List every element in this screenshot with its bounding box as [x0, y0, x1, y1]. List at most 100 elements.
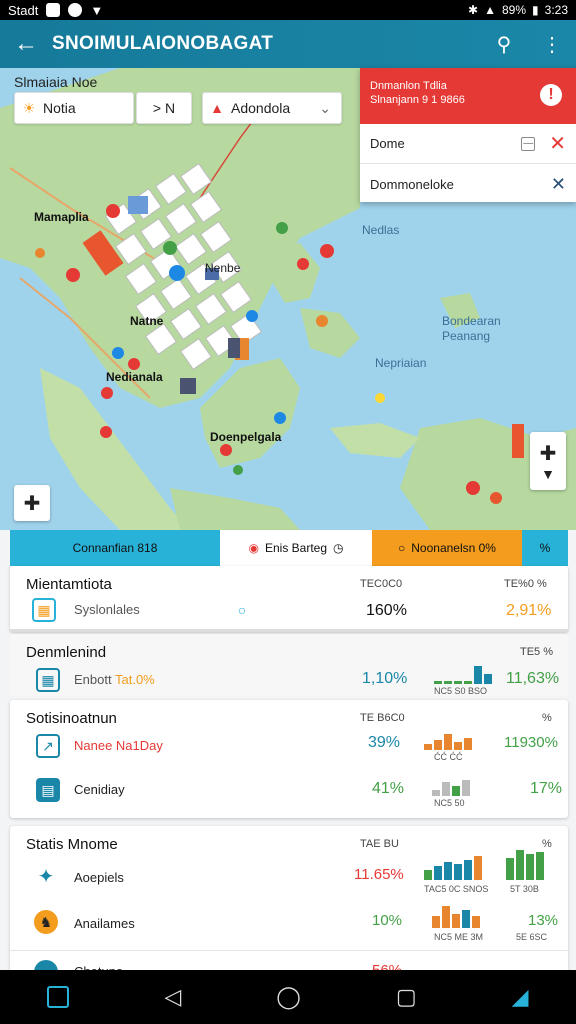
- stat-value: 2,91%: [506, 602, 552, 619]
- tab-connection[interactable]: Connanfian 818: [10, 530, 220, 566]
- row-divider: [10, 950, 568, 951]
- location-chip[interactable]: ☀ Notia: [14, 92, 134, 124]
- panel-meta: TE B6C0: [360, 712, 405, 724]
- clock: 3:23: [544, 3, 568, 17]
- direction-chip-label: > N: [152, 100, 176, 116]
- destination-label: Adondola: [231, 100, 291, 116]
- warning-icon: ▲: [210, 100, 224, 116]
- panel-title: Mientamtiota: [26, 576, 112, 593]
- app-bar: ← SNOIMULAIONOBAGAT ⚲ ⋮: [0, 20, 576, 68]
- panel-title: Denmlenind: [26, 644, 107, 661]
- location-icon: ○: [398, 541, 406, 555]
- bar: [464, 860, 472, 880]
- back-nav-icon[interactable]: ◁: [164, 984, 181, 1010]
- map-sea-label: Nedlas: [362, 223, 400, 237]
- tab-percent[interactable]: %: [522, 530, 568, 566]
- bar: [434, 681, 442, 684]
- bar: [474, 666, 482, 684]
- stat-value: 1,10%: [362, 670, 408, 687]
- tab-label: %: [539, 541, 551, 555]
- zoom-control-button[interactable]: ✚ ▼: [530, 432, 566, 490]
- app-shortcut-icon[interactable]: [47, 986, 70, 1008]
- trend-icon: ↗: [36, 734, 60, 758]
- tab-barteg[interactable]: ◉ Enis Barteg ◷: [220, 530, 372, 566]
- calendar-icon: ▦: [36, 668, 60, 692]
- signal-shortcut-icon[interactable]: ◢: [512, 984, 529, 1010]
- minimize-icon[interactable]: —: [521, 136, 536, 151]
- bar: [454, 742, 462, 750]
- stats-panel: Statis Mnome TAE BU % ✦ Aoepiels 11.65% …: [10, 826, 568, 984]
- crosshair-icon: ✚: [23, 492, 41, 515]
- bar: [432, 916, 440, 928]
- more-vert-icon[interactable]: ⋮: [528, 32, 576, 57]
- map-place-label: Mamaplia: [34, 210, 89, 224]
- direction-chip[interactable]: > N: [136, 92, 192, 124]
- row-label: Nanee Na1Day: [74, 738, 163, 753]
- mini-bar-chart: [434, 666, 492, 684]
- alert-row-label: Dome: [370, 136, 405, 151]
- tab-label: Enis Barteg: [264, 541, 328, 555]
- sun-icon: ☀: [22, 99, 36, 116]
- panel-meta: TAE BU: [360, 838, 399, 850]
- close-icon[interactable]: ✕: [551, 174, 566, 195]
- close-icon[interactable]: ✕: [549, 131, 566, 156]
- map-place-label: Nedianala: [106, 370, 163, 384]
- bar: [454, 681, 462, 684]
- recents-nav-icon[interactable]: ▢: [396, 984, 417, 1010]
- panel-title: Statis Mnome: [26, 836, 118, 853]
- row-label-text: Enbott: [74, 672, 112, 687]
- stat-value: 10%: [372, 912, 403, 929]
- chart-caption: ĆĆ ĆĆ: [434, 752, 463, 762]
- chart-caption: TAC5 0C SNOS: [424, 884, 489, 894]
- wifi-icon: ▲: [484, 3, 496, 17]
- chart-icon: ▦: [32, 598, 56, 622]
- star-icon: ✦: [37, 865, 55, 888]
- stats-panel: Denmlenind TE5 % ▦ Enbott Tat.0% 1,10% N…: [10, 634, 568, 696]
- row-label: Aoepiels: [74, 870, 124, 885]
- back-arrow-icon[interactable]: ←: [0, 30, 52, 58]
- alert-row[interactable]: Dome — ✕: [360, 124, 576, 164]
- move-icon: ✚: [539, 442, 557, 465]
- map-sea-label: Nepriaian: [375, 356, 427, 370]
- bar: [442, 782, 450, 796]
- battery-level: 89%: [502, 3, 527, 17]
- bar: [462, 780, 470, 796]
- bar: [526, 854, 534, 880]
- panel-title: Sotisinoatnun: [26, 710, 117, 727]
- bar: [464, 738, 472, 750]
- pin-icon: ◉: [248, 541, 259, 555]
- map-place-label: Doenpelgala: [210, 430, 282, 444]
- trophy-icon: ♞: [34, 910, 58, 934]
- tab-noonanelsn[interactable]: ○ Noonanelsn 0%: [372, 530, 522, 566]
- chart-caption: NC5 S0 BSO: [434, 686, 488, 696]
- alert-header: Dnmanlon Tdlia Slnanjann 9 1 9866 !: [360, 68, 576, 124]
- stat-value: 160%: [366, 602, 407, 619]
- alert-icon: !: [540, 84, 562, 106]
- alert-row-label: Dommoneloke: [370, 176, 454, 192]
- chart-caption: 5T 30B: [510, 884, 539, 894]
- home-nav-icon[interactable]: ◯: [276, 984, 301, 1010]
- mini-bar-chart: [432, 778, 470, 796]
- bar: [462, 910, 470, 928]
- bar: [506, 858, 514, 880]
- system-nav-bar: ◁ ◯ ▢ ◢: [0, 970, 576, 1024]
- bar: [484, 674, 492, 684]
- row-label: Anailames: [74, 916, 135, 931]
- mini-bar-chart: [432, 906, 480, 928]
- locate-button[interactable]: ✚: [14, 485, 50, 521]
- panel-meta: TE5 %: [520, 646, 554, 658]
- app-screen: Stadt ▼ ✱ ▲ 89% ▮ 3:23 ← SNOIMULAIONOBAG…: [0, 0, 576, 1024]
- chevron-down-icon: ▼: [541, 465, 555, 482]
- timer-icon: ◷: [333, 541, 344, 555]
- mini-bar-chart: [424, 856, 482, 880]
- status-app-label: Stadt: [8, 2, 39, 18]
- chevron-down-icon: ⌄: [319, 99, 331, 116]
- bar: [536, 852, 544, 880]
- battery-icon: ▮: [532, 3, 539, 17]
- alert-row[interactable]: Dommoneloke ✕: [360, 164, 576, 204]
- search-icon[interactable]: ⚲: [480, 32, 528, 57]
- destination-dropdown[interactable]: ▲ Adondola ⌄: [202, 92, 342, 124]
- panel-meta: %: [542, 712, 552, 724]
- row-label: Syslonlales: [74, 602, 140, 617]
- bar: [516, 850, 524, 880]
